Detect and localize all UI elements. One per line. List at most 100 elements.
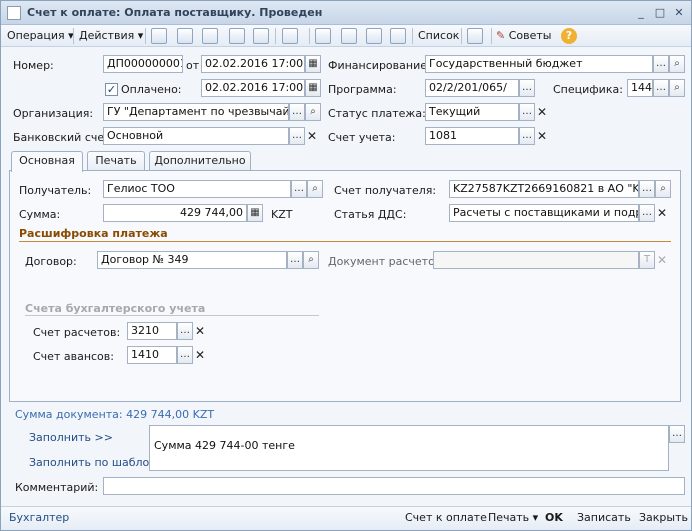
print-button[interactable]: Печать ▾ [488, 511, 538, 524]
window-title: Счет к оплате: Оплата поставщику. Провед… [27, 6, 323, 19]
select-button[interactable]: … [653, 79, 669, 97]
select-button[interactable]: … [519, 103, 535, 121]
paid-label: Оплачено: [121, 83, 182, 96]
report-icon[interactable] [390, 28, 406, 44]
select-button[interactable]: … [291, 180, 307, 198]
select-button[interactable]: … [287, 251, 303, 269]
settlement-doc-field[interactable] [433, 251, 639, 269]
select-button[interactable]: … [669, 425, 685, 443]
actions-menu[interactable]: Действия ▾ [79, 27, 143, 45]
settlement-account-field[interactable]: 3210 [127, 322, 177, 340]
close-button[interactable]: Закрыть [639, 511, 688, 524]
tab-additional[interactable]: Дополнительно [149, 151, 251, 171]
select-button[interactable]: … [177, 322, 193, 340]
filter-icon[interactable] [467, 28, 483, 44]
account-field[interactable]: 1081 [425, 127, 519, 145]
tips-button[interactable]: ✎ Советы [496, 27, 551, 45]
select-button[interactable]: … [639, 204, 655, 222]
fill-link[interactable]: Заполнить >> [29, 431, 113, 444]
ok-button[interactable]: OK [545, 511, 563, 524]
advance-account-field[interactable]: 1410 [127, 346, 177, 364]
accountant-link[interactable]: Бухгалтер [9, 511, 69, 524]
status-field[interactable]: Текущий [425, 103, 519, 121]
save-button[interactable]: Записать [577, 511, 631, 524]
clear-icon[interactable]: ✕ [193, 322, 207, 340]
organization-label: Организация: [13, 107, 94, 120]
paid-date-field[interactable]: 02.02.2016 17:00:02 [201, 79, 305, 97]
recipient-account-field[interactable]: KZ27587KZT2669160821 в АО "KASPI [449, 180, 639, 198]
contract-label: Договор: [25, 255, 77, 268]
number-field[interactable]: ДП000000001 [103, 55, 183, 73]
accounts-title: Счета бухгалтерского учета [25, 302, 206, 315]
dds-field[interactable]: Расчеты с поставщиками и подрядч [449, 204, 639, 222]
calendar-icon[interactable]: ▦ [305, 55, 321, 73]
tab-main[interactable]: Основная [11, 151, 83, 172]
bank-account-field[interactable]: Основной [103, 127, 289, 145]
contract-field[interactable]: Договор № 349 [97, 251, 287, 269]
currency-label: KZT [271, 208, 293, 221]
save-icon[interactable] [229, 28, 245, 44]
spec-field[interactable]: 144 [627, 79, 653, 97]
based-on-icon[interactable] [282, 28, 298, 44]
organization-field[interactable]: ГУ "Департамент по чрезвычайным [103, 103, 289, 121]
search-icon[interactable]: ⌕ [669, 55, 685, 73]
type-icon[interactable]: T [639, 251, 655, 269]
recipient-label: Получатель: [19, 184, 92, 197]
invoice-button[interactable]: Счет к оплате [405, 511, 487, 524]
fill-template-link[interactable]: Заполнить по шаблону [29, 456, 163, 469]
number-label: Номер: [13, 59, 54, 72]
operation-menu[interactable]: Операция ▾ [7, 27, 74, 45]
refresh-icon[interactable] [177, 28, 193, 44]
select-button[interactable]: … [289, 103, 305, 121]
checklist-icon[interactable] [341, 28, 357, 44]
calculator-icon[interactable]: ▦ [247, 204, 263, 222]
bank-account-label: Банковский счет: [13, 131, 115, 144]
clear-icon[interactable]: ✕ [535, 127, 549, 145]
select-button[interactable]: … [519, 127, 535, 145]
toolbar: Операция ▾ Действия ▾ Список ✎ Советы ? [1, 25, 691, 47]
clear-icon[interactable]: ✕ [655, 204, 669, 222]
recipient-field[interactable]: Гелиос ТОО [103, 180, 291, 198]
help-icon[interactable]: ? [561, 28, 577, 44]
debit-credit-icon[interactable] [366, 28, 382, 44]
select-button[interactable]: … [177, 346, 193, 364]
program-field[interactable]: 02/2/201/065/ [425, 79, 519, 97]
select-button[interactable]: … [519, 79, 535, 97]
clear-icon[interactable]: ✕ [193, 346, 207, 364]
minimize-icon[interactable]: _ [633, 5, 649, 21]
calendar-icon[interactable]: ▦ [305, 79, 321, 97]
date-field[interactable]: 02.02.2016 17:00:02 [201, 55, 305, 73]
sum-field[interactable]: 429 744,00 [103, 204, 247, 222]
copy-icon[interactable] [202, 28, 218, 44]
breakdown-title: Расшифровка платежа [19, 227, 168, 240]
account-label: Счет учета: [328, 131, 396, 144]
bottom-bar: Бухгалтер Счет к оплате Печать ▾ OK Запи… [1, 506, 691, 530]
search-icon[interactable]: ⌕ [655, 180, 671, 198]
search-icon[interactable]: ⌕ [303, 251, 319, 269]
structure-icon[interactable] [315, 28, 331, 44]
sum-label: Сумма: [19, 208, 61, 221]
tab-print[interactable]: Печать [87, 151, 145, 171]
financing-field[interactable]: Государственный бюджет [425, 55, 653, 73]
payment-purpose-field[interactable]: Сумма 429 744-00 тенге [149, 425, 669, 471]
paid-checkbox[interactable]: ✓ [105, 83, 118, 96]
advance-account-label: Счет авансов: [33, 350, 114, 363]
clear-icon[interactable]: ✕ [535, 103, 549, 121]
post-icon[interactable] [151, 28, 167, 44]
select-button[interactable]: … [289, 127, 305, 145]
close-icon[interactable]: ✕ [671, 5, 687, 21]
settlement-doc-label: Документ расчетов: [328, 255, 446, 268]
clear-icon[interactable]: ✕ [655, 251, 669, 269]
select-button[interactable]: … [639, 180, 655, 198]
list-button[interactable]: Список [418, 27, 459, 45]
search-icon[interactable]: ⌕ [669, 79, 685, 97]
comment-field[interactable] [103, 477, 685, 495]
unpost-icon[interactable] [253, 28, 269, 44]
search-icon[interactable]: ⌕ [305, 103, 321, 121]
maximize-icon[interactable]: □ [652, 5, 668, 21]
status-label: Статус платежа: [328, 107, 426, 120]
clear-icon[interactable]: ✕ [305, 127, 319, 145]
document-window: Счет к оплате: Оплата поставщику. Провед… [0, 0, 692, 531]
search-icon[interactable]: ⌕ [307, 180, 323, 198]
select-button[interactable]: … [653, 55, 669, 73]
